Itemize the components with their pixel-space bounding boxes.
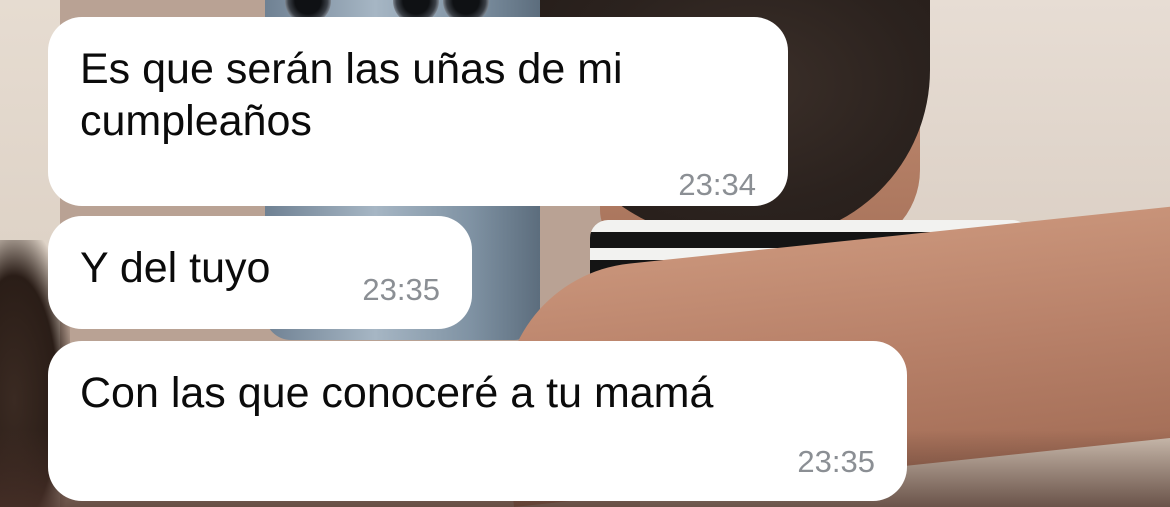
message-timestamp: 23:35	[362, 272, 440, 307]
message-bubble-incoming[interactable]: Y del tuyo 23:35	[48, 216, 472, 329]
message-timestamp: 23:35	[797, 444, 875, 479]
message-text: Con las que conoceré a tu mamá	[80, 369, 714, 417]
message-timestamp: 23:34	[678, 167, 756, 202]
message-text: Es que serán las uñas de mi cumpleaños	[80, 45, 623, 145]
message-bubble-incoming[interactable]: Con las que conoceré a tu mamá 23:35	[48, 341, 907, 501]
message-text: Y del tuyo	[80, 244, 271, 292]
message-bubble-incoming[interactable]: Es que serán las uñas de mi cumpleaños 2…	[48, 17, 788, 206]
